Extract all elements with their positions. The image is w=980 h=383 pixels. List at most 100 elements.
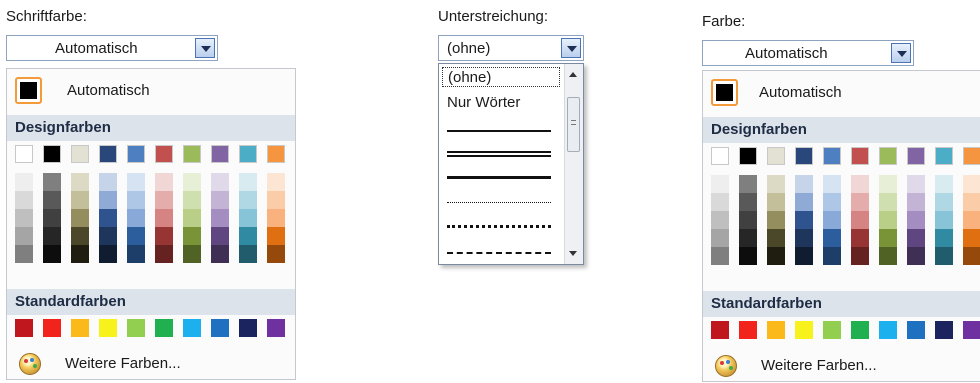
theme-tint-swatch[interactable] [935,193,953,211]
underline-thick[interactable] [447,176,551,179]
theme-tint-swatch[interactable] [767,247,785,265]
theme-tint-swatch[interactable] [127,173,145,191]
theme-tint-swatch[interactable] [823,229,841,247]
theme-color-swatch[interactable] [99,145,117,163]
theme-tint-swatch[interactable] [935,175,953,193]
theme-tint-swatch[interactable] [155,245,173,263]
standard-color-swatch[interactable] [935,321,953,339]
standard-color-swatch[interactable] [99,319,117,337]
theme-tint-swatch[interactable] [267,227,285,245]
theme-tint-swatch[interactable] [183,209,201,227]
standard-color-swatch[interactable] [71,319,89,337]
scroll-up-icon[interactable] [569,72,577,77]
chevron-down-icon[interactable] [195,38,215,58]
standard-color-swatch[interactable] [907,321,925,339]
underline-combo[interactable]: (ohne) [438,35,584,61]
theme-tint-swatch[interactable] [879,211,897,229]
standard-color-swatch[interactable] [879,321,897,339]
theme-color-swatch[interactable] [907,147,925,165]
theme-tint-swatch[interactable] [15,173,33,191]
theme-tint-swatch[interactable] [43,191,61,209]
theme-tint-swatch[interactable] [239,191,257,209]
theme-color-swatch[interactable] [935,147,953,165]
theme-color-swatch[interactable] [767,147,785,165]
theme-tint-swatch[interactable] [239,245,257,263]
scroll-down-icon[interactable] [569,251,577,256]
theme-tint-swatch[interactable] [963,247,980,265]
standard-color-swatch[interactable] [795,321,813,339]
theme-tint-swatch[interactable] [879,193,897,211]
standard-color-swatch[interactable] [239,319,257,337]
theme-tint-swatch[interactable] [43,209,61,227]
theme-tint-swatch[interactable] [99,191,117,209]
theme-tint-swatch[interactable] [963,193,980,211]
theme-tint-swatch[interactable] [935,229,953,247]
theme-tint-swatch[interactable] [43,227,61,245]
underline-double[interactable] [447,151,551,157]
scroll-thumb[interactable] [567,97,580,152]
underline-dotted-heavy[interactable] [447,225,551,228]
list-item-selected[interactable]: (ohne) [442,67,560,87]
theme-tint-swatch[interactable] [239,227,257,245]
theme-tint-swatch[interactable] [71,227,89,245]
standard-color-swatch[interactable] [823,321,841,339]
theme-color-swatch[interactable] [127,145,145,163]
standard-color-swatch[interactable] [211,319,229,337]
theme-tint-swatch[interactable] [71,191,89,209]
standard-color-swatch[interactable] [15,319,33,337]
standard-color-swatch[interactable] [711,321,729,339]
theme-tint-swatch[interactable] [211,227,229,245]
theme-tint-swatch[interactable] [711,193,729,211]
theme-tint-swatch[interactable] [183,173,201,191]
theme-tint-swatch[interactable] [99,209,117,227]
theme-tint-swatch[interactable] [879,247,897,265]
theme-tint-swatch[interactable] [795,211,813,229]
automatic-color-row[interactable] [711,79,738,106]
theme-tint-swatch[interactable] [907,175,925,193]
standard-color-swatch[interactable] [183,319,201,337]
theme-tint-swatch[interactable] [711,229,729,247]
standard-color-swatch[interactable] [155,319,173,337]
theme-tint-swatch[interactable] [935,211,953,229]
theme-tint-swatch[interactable] [211,245,229,263]
theme-tint-swatch[interactable] [267,191,285,209]
theme-tint-swatch[interactable] [907,247,925,265]
theme-tint-swatch[interactable] [15,191,33,209]
theme-tint-swatch[interactable] [211,209,229,227]
theme-tint-swatch[interactable] [211,191,229,209]
theme-tint-swatch[interactable] [127,209,145,227]
theme-tint-swatch[interactable] [99,245,117,263]
theme-tint-swatch[interactable] [127,191,145,209]
theme-tint-swatch[interactable] [71,245,89,263]
theme-tint-swatch[interactable] [71,209,89,227]
theme-color-swatch[interactable] [155,145,173,163]
theme-color-swatch[interactable] [823,147,841,165]
standard-color-swatch[interactable] [851,321,869,339]
standard-color-swatch[interactable] [127,319,145,337]
theme-tint-swatch[interactable] [155,191,173,209]
theme-color-swatch[interactable] [795,147,813,165]
theme-color-swatch[interactable] [739,147,757,165]
theme-tint-swatch[interactable] [711,247,729,265]
theme-tint-swatch[interactable] [767,229,785,247]
theme-tint-swatch[interactable] [795,193,813,211]
list-item-words-only[interactable]: Nur Wörter [447,94,520,111]
theme-tint-swatch[interactable] [907,229,925,247]
theme-tint-swatch[interactable] [879,229,897,247]
theme-tint-swatch[interactable] [71,173,89,191]
theme-tint-swatch[interactable] [767,193,785,211]
theme-tint-swatch[interactable] [15,245,33,263]
theme-tint-swatch[interactable] [963,229,980,247]
theme-tint-swatch[interactable] [963,175,980,193]
theme-tint-swatch[interactable] [239,209,257,227]
theme-tint-swatch[interactable] [963,211,980,229]
theme-tint-swatch[interactable] [851,175,869,193]
theme-tint-swatch[interactable] [267,209,285,227]
chevron-down-icon[interactable] [891,43,911,63]
theme-tint-swatch[interactable] [851,211,869,229]
more-colors-link[interactable]: Weitere Farben... [761,357,877,374]
theme-tint-swatch[interactable] [795,229,813,247]
list-item-none[interactable]: (ohne) [448,69,491,86]
color-combo[interactable]: Automatisch [702,40,914,66]
theme-tint-swatch[interactable] [823,175,841,193]
